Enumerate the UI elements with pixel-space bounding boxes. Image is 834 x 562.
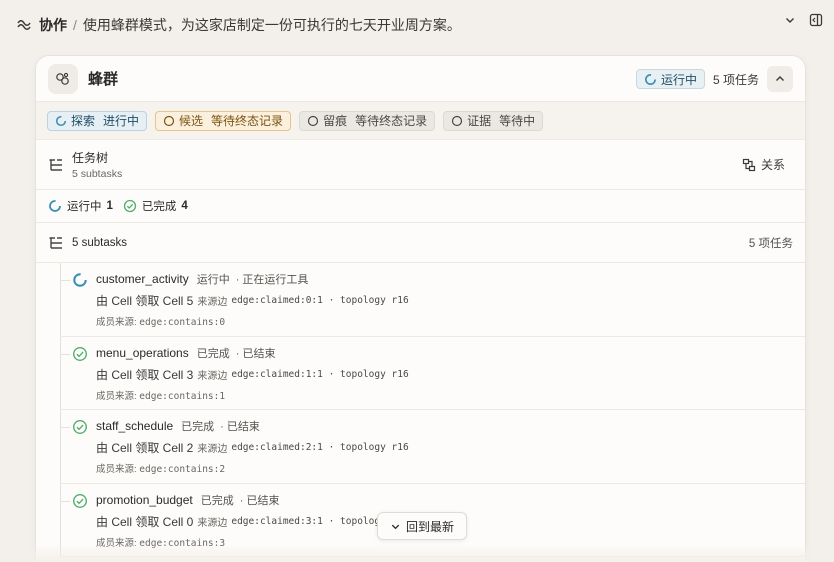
task-detail: · 正在运行工具 — [235, 274, 309, 286]
task-member: edge:contains:2 — [139, 464, 226, 475]
done-label: 已完成 — [141, 201, 177, 213]
task-source-label: 来源边 — [197, 444, 228, 455]
task-summary: 运行中 1 已完成 4 — [36, 190, 805, 223]
breadcrumb-bar: 协作 / 使用蜂群模式，为这家店制定一份可执行的七天开业周方案。 — [0, 0, 834, 50]
page-title: 使用蜂群模式，为这家店制定一份可执行的七天开业周方案。 — [82, 17, 461, 33]
subtasks-label: 5 subtasks — [72, 236, 127, 249]
phase-label: 候选 — [179, 114, 204, 128]
task-member-label: 成员来源: — [96, 464, 137, 475]
running-summary: 运行中 1 — [48, 198, 113, 214]
phase-label: 证据 — [467, 114, 492, 128]
task-name: promotion_budget — [96, 492, 193, 507]
task-tree-subtitle: 5 subtasks — [72, 168, 123, 180]
subtasks-count: 5 项任务 — [748, 237, 793, 250]
done-summary: 已完成 4 — [123, 198, 188, 214]
task-row[interactable]: menu_operations 已完成 · 已结束 由 Cell 领取 Cell… — [60, 337, 805, 410]
sidebar-toggle-icon[interactable] — [806, 10, 826, 30]
chevron-down-icon — [391, 524, 400, 529]
task-source: edge:claimed:0:1 · topology r16 — [231, 295, 409, 306]
running-label: 运行中 — [67, 201, 102, 213]
task-member-label: 成员来源: — [96, 317, 137, 328]
task-detail: · 已结束 — [239, 494, 280, 507]
swarm-title: 蜂群 — [88, 71, 119, 88]
phase-label: 探索 — [71, 114, 96, 128]
task-source: edge:claimed:1:1 · topology r16 — [231, 368, 409, 380]
check-circle-icon — [72, 419, 88, 435]
chevron-down-icon[interactable] — [780, 10, 800, 30]
task-tree-title: 任务树 — [72, 151, 109, 165]
task-state: 已完成 — [181, 421, 215, 433]
phase-state: 等待中 — [499, 114, 536, 128]
pending-circle-icon — [307, 115, 319, 126]
task-name: staff_schedule — [96, 419, 174, 433]
top-actions — [780, 10, 826, 30]
task-count: 5 项任务 — [712, 72, 759, 87]
status-badge: 运行中 — [635, 69, 705, 89]
collapse-button[interactable] — [767, 66, 793, 92]
tree-list-icon — [48, 157, 64, 173]
status-label: 运行中 — [660, 72, 697, 87]
running-spinner-icon — [55, 115, 67, 126]
task-claim: 由 Cell 领取 Cell 2 — [96, 441, 194, 455]
phase-bar: 探索 进行中 候选 等待终态记录 留痕 等待终态记录 证据 等待中 — [36, 102, 805, 140]
phase-trace[interactable]: 留痕 等待终态记录 — [299, 110, 436, 131]
swarm-logo-icon — [48, 63, 78, 94]
task-state: 已完成 — [196, 347, 230, 360]
relations-button[interactable]: 关系 — [742, 156, 785, 173]
task-state: 已完成 — [200, 494, 234, 507]
task-member-label: 成员来源: — [96, 537, 137, 549]
task-claim: 由 Cell 领取 Cell 5 — [96, 294, 194, 308]
check-circle-icon — [123, 199, 137, 213]
running-spinner-icon — [72, 272, 88, 288]
tree-list-icon — [48, 235, 64, 251]
phase-state: 等待终态记录 — [355, 114, 428, 128]
pending-circle-icon — [163, 115, 175, 126]
task-member: edge:contains:1 — [139, 390, 226, 402]
task-state: 运行中 — [196, 274, 230, 286]
task-row[interactable]: staff_schedule 已完成 · 已结束 由 Cell 领取 Cell … — [60, 410, 805, 484]
pending-circle-icon — [451, 115, 463, 126]
breadcrumb-root[interactable]: 协作 — [39, 15, 67, 35]
task-claim: 由 Cell 领取 Cell 3 — [96, 367, 194, 382]
task-name: menu_operations — [96, 345, 189, 360]
breadcrumb-separator: / — [73, 17, 77, 33]
relation-graph-icon — [742, 158, 756, 171]
running-spinner-icon — [49, 200, 61, 212]
task-member: edge:contains:0 — [139, 317, 226, 328]
task-source-label: 来源边 — [197, 297, 228, 308]
chevron-up-icon — [776, 76, 784, 81]
check-circle-icon — [72, 346, 88, 362]
collaboration-icon — [16, 17, 32, 33]
task-claim: 由 Cell 领取 Cell 0 — [96, 514, 194, 529]
running-spinner-icon — [644, 73, 656, 85]
task-member-label: 成员来源: — [96, 390, 137, 402]
back-to-latest-label: 回到最新 — [406, 519, 455, 534]
task-detail: · 已结束 — [220, 421, 260, 433]
phase-label: 留痕 — [323, 114, 348, 128]
phase-explore[interactable]: 探索 进行中 — [47, 110, 148, 131]
task-source-label: 来源边 — [197, 517, 228, 529]
task-row[interactable]: customer_activity 运行中 · 正在运行工具 由 Cell 领取… — [60, 263, 805, 337]
task-tree-header: 任务树 5 subtasks 关系 — [36, 140, 805, 190]
running-count: 1 — [106, 200, 113, 212]
task-detail: · 已结束 — [235, 347, 276, 360]
task-member: edge:contains:3 — [139, 537, 226, 549]
relations-label: 关系 — [760, 158, 785, 172]
phase-state: 等待终态记录 — [211, 114, 284, 128]
phase-evidence[interactable]: 证据 等待中 — [443, 110, 544, 131]
swarm-header: 蜂群 运行中 5 项任务 — [36, 56, 805, 102]
task-source: edge:claimed:2:1 · topology r16 — [231, 442, 409, 453]
phase-state: 进行中 — [103, 114, 140, 128]
swarm-card: 蜂群 运行中 5 项任务 探索 进行中 候选 等待终态记录 留痕 等待终态记录 — [35, 55, 806, 562]
subtasks-header[interactable]: 5 subtasks 5 项任务 — [36, 223, 805, 263]
task-name: customer_activity — [96, 272, 189, 286]
back-to-latest-button[interactable]: 回到最新 — [377, 512, 468, 540]
done-count: 4 — [181, 200, 188, 212]
check-circle-icon — [72, 493, 88, 509]
phase-candidate[interactable]: 候选 等待终态记录 — [155, 110, 292, 131]
task-source-label: 来源边 — [197, 370, 228, 382]
